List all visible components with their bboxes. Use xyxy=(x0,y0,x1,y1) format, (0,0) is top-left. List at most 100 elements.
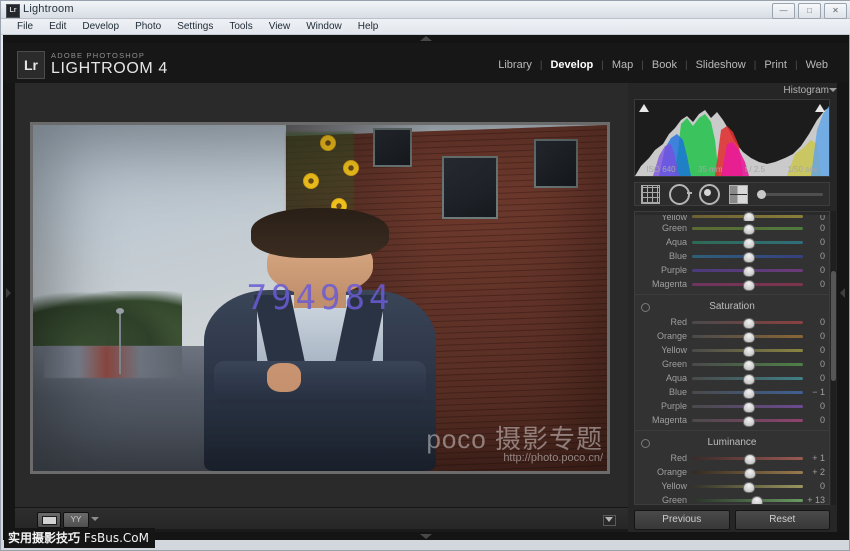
slider[interactable] xyxy=(692,332,803,341)
menu-item-window[interactable]: Window xyxy=(298,20,350,34)
right-panel: Histogram xyxy=(628,83,837,540)
minimize-button[interactable]: — xyxy=(772,3,795,19)
module-print[interactable]: Print xyxy=(757,59,794,71)
graduated-filter-icon[interactable] xyxy=(729,185,748,204)
menu-item-file[interactable]: File xyxy=(9,20,41,34)
photo-preview[interactable]: 794984 poco 摄影专题 http://photo.poco.cn/ xyxy=(33,125,607,471)
slider[interactable] xyxy=(692,416,803,425)
slider-handle[interactable] xyxy=(743,224,755,235)
chevron-down-icon[interactable] xyxy=(91,517,99,521)
slider-handle[interactable] xyxy=(743,360,755,371)
slider[interactable] xyxy=(692,454,803,463)
slider-handle[interactable] xyxy=(743,280,755,291)
menu-item-view[interactable]: View xyxy=(261,20,299,34)
menu-item-tools[interactable]: Tools xyxy=(221,20,260,34)
slider[interactable] xyxy=(692,360,803,369)
slider[interactable] xyxy=(692,346,803,355)
slider-row[interactable]: Magenta 0 xyxy=(635,413,829,427)
slider[interactable] xyxy=(692,402,803,411)
slider-row[interactable]: Magenta 0 xyxy=(635,277,829,291)
slider-handle[interactable] xyxy=(743,482,755,493)
shadow-clipping-icon[interactable] xyxy=(639,104,649,112)
histogram-panel-title[interactable]: Histogram xyxy=(783,85,829,96)
slider[interactable] xyxy=(692,212,803,221)
compare-view-button[interactable]: YY xyxy=(63,512,89,528)
slider-handle[interactable] xyxy=(743,346,755,357)
slider-label: Yellow xyxy=(639,481,692,491)
module-web[interactable]: Web xyxy=(799,59,835,71)
crop-overlay-icon[interactable] xyxy=(641,185,660,204)
loupe-view-icon[interactable] xyxy=(37,512,61,528)
slider-handle[interactable] xyxy=(743,266,755,277)
adjustment-brush-slider[interactable] xyxy=(757,189,823,199)
slider-handle[interactable] xyxy=(743,374,755,385)
module-slideshow[interactable]: Slideshow xyxy=(689,59,753,71)
slider-row[interactable]: Green 0 xyxy=(635,221,829,235)
targeted-adjustment-icon[interactable] xyxy=(641,303,650,312)
slider-row[interactable]: Blue − 1 xyxy=(635,385,829,399)
slider-row[interactable]: Aqua 0 xyxy=(635,371,829,385)
chevron-down-icon[interactable] xyxy=(829,88,837,92)
slider-handle[interactable] xyxy=(743,252,755,263)
slider[interactable] xyxy=(692,496,803,505)
menu-item-develop[interactable]: Develop xyxy=(74,20,127,34)
module-develop[interactable]: Develop xyxy=(543,59,600,71)
slider-handle[interactable] xyxy=(743,388,755,399)
menu-item-edit[interactable]: Edit xyxy=(41,20,74,34)
reset-button[interactable]: Reset xyxy=(735,510,831,530)
slider-handle[interactable] xyxy=(744,468,756,479)
slider-row[interactable]: Orange 0 xyxy=(635,329,829,343)
slider-row[interactable]: Purple 0 xyxy=(635,399,829,413)
brush-slider-knob[interactable] xyxy=(757,190,766,199)
slider[interactable] xyxy=(692,266,803,275)
maximize-button[interactable]: □ xyxy=(798,3,821,19)
module-book[interactable]: Book xyxy=(645,59,684,71)
slider-handle[interactable] xyxy=(743,318,755,329)
slider-handle[interactable] xyxy=(743,402,755,413)
menu-item-help[interactable]: Help xyxy=(350,20,387,34)
slider-row[interactable]: Blue 0 xyxy=(635,249,829,263)
slider[interactable] xyxy=(692,374,803,383)
close-button[interactable]: ✕ xyxy=(824,3,847,19)
slider-handle[interactable] xyxy=(744,454,756,465)
right-panel-collapse-strip[interactable] xyxy=(837,83,849,540)
slider-row[interactable]: Red + 1 xyxy=(635,451,829,465)
slider-row[interactable]: Yellow 0 xyxy=(635,343,829,357)
slider-handle[interactable] xyxy=(751,496,763,506)
slider-row[interactable]: Aqua 0 xyxy=(635,235,829,249)
image-canvas[interactable]: 794984 poco 摄影专题 http://photo.poco.cn/ xyxy=(15,83,628,507)
slider[interactable] xyxy=(692,252,803,261)
slider-handle[interactable] xyxy=(743,416,755,427)
targeted-adjustment-icon[interactable] xyxy=(641,439,650,448)
slider[interactable] xyxy=(692,482,803,491)
slider-row[interactable]: Purple 0 xyxy=(635,263,829,277)
slider-row[interactable]: Green + 13 xyxy=(635,493,829,505)
module-map[interactable]: Map xyxy=(605,59,640,71)
histogram[interactable]: ISO 640 35 mm f / 2.5 1/50 sec xyxy=(634,99,830,177)
previous-button[interactable]: Previous xyxy=(634,510,730,530)
slider-row[interactable]: Yellow 0 xyxy=(635,479,829,493)
slider[interactable] xyxy=(692,238,803,247)
scrollbar-thumb[interactable] xyxy=(831,271,836,381)
spot-removal-icon[interactable] xyxy=(669,184,690,205)
slider-handle[interactable] xyxy=(743,332,755,343)
menu-item-photo[interactable]: Photo xyxy=(127,20,169,34)
slider-handle[interactable] xyxy=(743,238,755,249)
slider-row[interactable]: Red 0 xyxy=(635,315,829,329)
module-library[interactable]: Library xyxy=(491,59,539,71)
slider[interactable] xyxy=(692,468,803,477)
slider[interactable] xyxy=(692,318,803,327)
top-panel-collapsed[interactable] xyxy=(3,35,849,43)
slider-handle[interactable] xyxy=(743,212,755,221)
highlight-clipping-icon[interactable] xyxy=(815,104,825,112)
red-eye-icon[interactable] xyxy=(699,184,720,205)
slider[interactable] xyxy=(692,224,803,233)
right-panel-scrollbar[interactable] xyxy=(831,211,836,505)
slider-row[interactable]: Green 0 xyxy=(635,357,829,371)
toolbar-options-icon[interactable] xyxy=(603,515,616,526)
slider[interactable] xyxy=(692,280,803,289)
slider-row[interactable]: Orange + 2 xyxy=(635,465,829,479)
slider[interactable] xyxy=(692,388,803,397)
menu-item-settings[interactable]: Settings xyxy=(169,20,221,34)
left-panel-collapsed[interactable] xyxy=(3,83,15,540)
